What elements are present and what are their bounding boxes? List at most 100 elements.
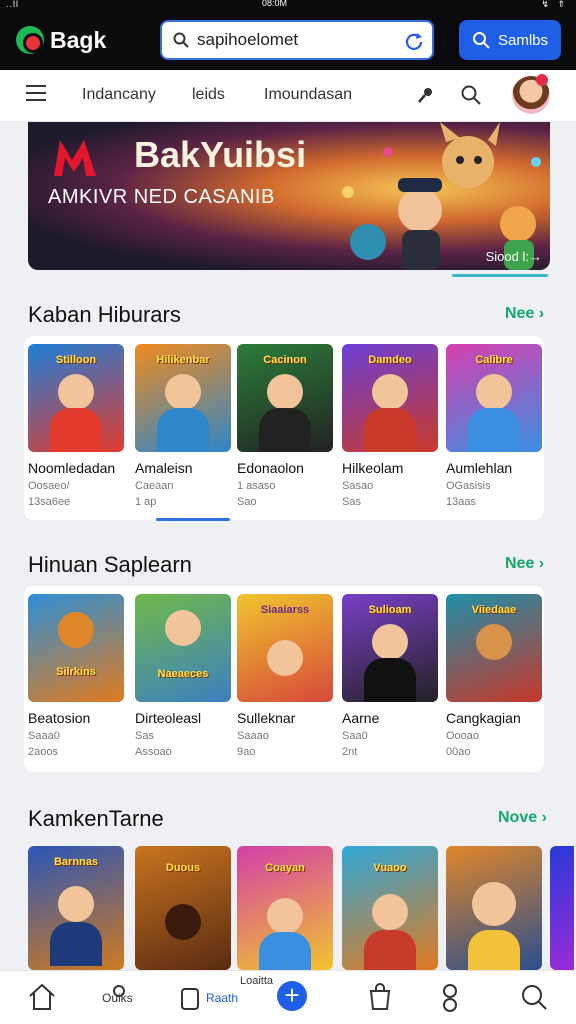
game-card[interactable]: Vuaoo bbox=[342, 846, 440, 970]
character-body-icon bbox=[468, 930, 520, 970]
game-thumbnail: Siaaiarss bbox=[237, 594, 333, 702]
game-meta: 1 asaso bbox=[237, 480, 276, 492]
see-more-link-1[interactable]: Nee › bbox=[505, 305, 544, 323]
game-card[interactable]: Naeaeces Dirteoleasl Sas Assoao bbox=[135, 594, 233, 758]
game-meta: 00ao bbox=[446, 746, 471, 758]
game-meta: Saaao bbox=[237, 730, 269, 742]
game-thumbnail: Naeaeces bbox=[135, 594, 231, 702]
game-thumbnail-partial[interactable] bbox=[550, 846, 574, 970]
game-row-panel-1: Stilloon Noomledadan Oosaeo/ 13sa6ee Hil… bbox=[24, 336, 544, 520]
thumbnail-caption: Cacinon bbox=[263, 354, 307, 366]
character-head-icon bbox=[165, 904, 201, 940]
thumbnail-caption: Coayan bbox=[265, 862, 305, 874]
section-title-1: Kaban Hiburars bbox=[28, 302, 181, 327]
game-card[interactable]: Barnnas bbox=[28, 846, 126, 970]
game-meta: Oosaeo/ bbox=[28, 480, 70, 492]
character-head-icon bbox=[372, 894, 408, 930]
character-body-icon bbox=[364, 930, 416, 970]
game-thumbnail: Vuaoo bbox=[342, 846, 438, 970]
search-button[interactable]: Samlbs bbox=[459, 20, 561, 60]
game-meta: 9ao bbox=[237, 746, 256, 758]
character-head-icon bbox=[165, 374, 201, 410]
see-more-label: Nee bbox=[505, 305, 535, 322]
bookmark-icon[interactable] bbox=[178, 981, 202, 1013]
game-card[interactable]: Coayan bbox=[237, 846, 335, 970]
game-title: Aumlehlan bbox=[446, 460, 513, 476]
notification-badge-icon bbox=[536, 74, 548, 86]
nav-label-games[interactable]: Ouiks bbox=[102, 991, 133, 1005]
character-head-icon bbox=[267, 640, 303, 676]
game-thumbnail: Stilloon bbox=[28, 344, 124, 452]
game-title: Amaleisn bbox=[135, 460, 193, 476]
thumbnail-caption: Duous bbox=[165, 862, 201, 874]
see-more-label: Nee bbox=[505, 555, 535, 572]
game-card[interactable]: Calibre Aumlehlan OGasisis 13aas bbox=[446, 344, 544, 508]
add-button[interactable]: + bbox=[277, 981, 307, 1011]
game-thumbnail: Damdeo bbox=[342, 344, 438, 452]
menu-icon[interactable] bbox=[26, 85, 46, 101]
nav-link-3[interactable]: Imoundasan bbox=[264, 86, 352, 104]
character-head-icon bbox=[58, 612, 94, 648]
game-meta: Sas bbox=[342, 496, 361, 508]
home-icon[interactable] bbox=[26, 981, 58, 1013]
character-head-icon bbox=[372, 374, 408, 410]
game-card[interactable]: Duous bbox=[135, 846, 233, 970]
character-body-icon bbox=[259, 408, 311, 452]
game-card[interactable]: Siaaiarss Sulleknar Saaao 9ao bbox=[237, 594, 335, 758]
game-card[interactable]: Silrkins Beatosion Saaa0 2aoos bbox=[28, 594, 126, 758]
game-meta: 1 ap bbox=[135, 496, 157, 508]
game-thumbnail bbox=[446, 846, 542, 970]
refresh-icon[interactable] bbox=[404, 31, 424, 51]
search-icon bbox=[173, 32, 189, 48]
banner-cta[interactable]: Siood l:→ bbox=[486, 249, 542, 264]
profile-icon[interactable] bbox=[434, 981, 466, 1013]
thumbnail-caption: Stilloon bbox=[55, 354, 97, 366]
nav-label-active[interactable]: Raath bbox=[206, 991, 238, 1005]
promo-banner[interactable]: BakYuibsi AMKIVR NED CASANIB Siood l:→ bbox=[28, 122, 550, 270]
thumbnail-caption: Viiedaae bbox=[471, 604, 517, 616]
game-meta: 13sa6ee bbox=[28, 496, 71, 508]
see-more-label: Nove bbox=[498, 809, 538, 826]
see-more-link-2[interactable]: Nee › bbox=[505, 555, 544, 573]
game-title: Cangkagian bbox=[446, 710, 521, 726]
nav-label-hidden: Loaitta bbox=[240, 975, 274, 987]
microphone-icon[interactable] bbox=[414, 84, 436, 106]
brand-logo-icon bbox=[54, 140, 96, 176]
character-body-icon bbox=[468, 408, 520, 452]
character-body-icon bbox=[50, 922, 102, 966]
nav-link-1[interactable]: Indancany bbox=[82, 86, 156, 104]
game-meta: OGasisis bbox=[446, 480, 491, 492]
search-button-label: Samlbs bbox=[497, 31, 549, 49]
game-thumbnail: Hilikenbar bbox=[135, 344, 231, 452]
app-name: Bagk bbox=[50, 26, 107, 53]
game-meta: 2nt bbox=[342, 746, 358, 758]
game-meta: 2aoos bbox=[28, 746, 58, 758]
game-card[interactable]: Viiedaae Cangkagian Oooao 00ao bbox=[446, 594, 544, 758]
game-title: Edonaolon bbox=[237, 460, 304, 476]
thumbnail-caption: Calibre bbox=[475, 354, 513, 366]
section-title-2: Hinuan Saplearn bbox=[28, 552, 192, 577]
thumbnail-caption: Naeaeces bbox=[157, 668, 209, 680]
character-body-icon bbox=[50, 408, 102, 452]
game-card[interactable]: Stilloon Noomledadan Oosaeo/ 13sa6ee bbox=[28, 344, 126, 508]
character-head-icon bbox=[372, 624, 408, 660]
game-thumbnail: Viiedaae bbox=[446, 594, 542, 702]
game-card[interactable] bbox=[446, 846, 544, 970]
game-card[interactable]: Cacinon Edonaolon 1 asaso Sao bbox=[237, 344, 335, 508]
search-input[interactable] bbox=[197, 30, 397, 50]
carousel-scroll-indicator bbox=[156, 518, 230, 521]
game-card[interactable]: Damdeo Hilkeolam Sasao Sas bbox=[342, 344, 440, 508]
see-more-link-3[interactable]: Nove › bbox=[498, 809, 547, 827]
game-meta: Sas bbox=[135, 730, 154, 742]
character-head-icon bbox=[267, 898, 303, 934]
search-icon[interactable] bbox=[460, 84, 482, 106]
search-box[interactable] bbox=[160, 20, 434, 60]
app-logo[interactable]: Bagk bbox=[16, 26, 106, 54]
search-icon[interactable] bbox=[518, 981, 550, 1013]
section-title-3: KamkenTarne bbox=[28, 806, 164, 831]
game-card[interactable]: Hilikenbar Amaleisn Caeaan 1 ap bbox=[135, 344, 233, 508]
thumbnail-caption: Sulioam bbox=[368, 604, 412, 616]
nav-link-2[interactable]: leids bbox=[192, 86, 225, 104]
game-card[interactable]: Sulioam Aarne Saa0 2nt bbox=[342, 594, 440, 758]
shopping-bag-icon[interactable] bbox=[364, 981, 396, 1013]
